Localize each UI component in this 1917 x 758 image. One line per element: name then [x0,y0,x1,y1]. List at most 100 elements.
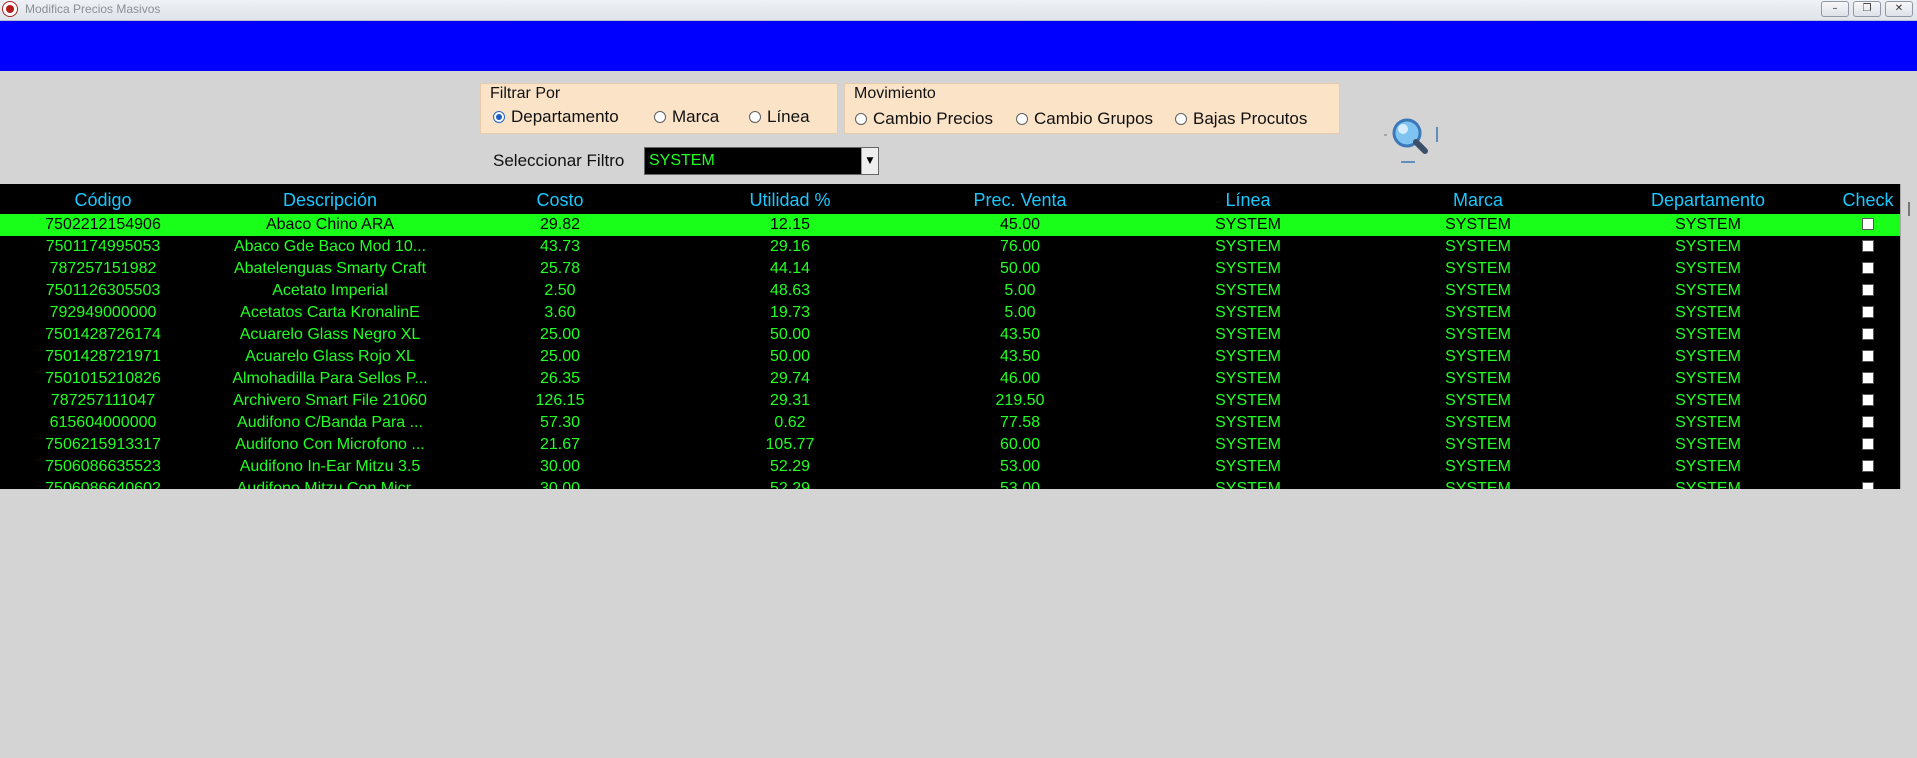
row-checkbox[interactable] [1862,349,1874,362]
cell-costo: 57.30 [539,414,581,431]
cell-prec-venta: 43.50 [999,348,1041,365]
cell-departamento: SYSTEM [1675,238,1741,255]
radio-marca[interactable]: Marca [654,107,719,127]
table-row[interactable]: 7501174995053 Abaco Gde Baco Mod 10... 43.… [0,236,1900,258]
radio-linea[interactable]: Línea [749,107,810,127]
cell-check [1862,280,1874,302]
column-header-check[interactable]: Check [1842,188,1893,212]
search-button[interactable] [1380,110,1440,170]
cell-costo: 25.00 [539,348,581,365]
cell-prec-venta: 219.50 [995,392,1045,409]
table-row[interactable]: 7502212154906 Abaco Chino ARA 29.82 12.15 45… [0,214,1900,236]
column-header-utilidad[interactable]: Utilidad % [749,188,830,212]
cell-costo: 21.67 [539,436,581,453]
radio-bajas-productos[interactable]: Bajas Procutos [1175,109,1307,129]
cell-marca: SYSTEM [1445,260,1511,277]
table-row[interactable]: 7506215913317 Audifono Con Microfono ... 2… [0,434,1900,456]
column-header-departamento[interactable]: Departamento [1651,188,1765,212]
cell-utilidad: 50.00 [769,326,811,343]
row-checkbox[interactable] [1862,283,1874,296]
radio-label: Departamento [511,107,619,126]
table-row[interactable]: 7501126305503 Acetato Imperial 2.50 48.63 5.… [0,280,1900,302]
row-checkbox[interactable] [1862,393,1874,406]
cell-check [1862,258,1874,280]
radio-indicator [749,111,761,123]
column-header-codigo[interactable]: Código [74,188,131,212]
row-checkbox[interactable] [1862,415,1874,428]
cell-costo: 30.00 [539,480,581,489]
column-header-descripcion[interactable]: Descripción [283,188,377,212]
cell-descripcion: Audifono Mitzu Con Micr... [236,480,424,489]
row-checkbox[interactable] [1862,481,1874,489]
radio-label: Bajas Procutos [1193,109,1308,128]
table-row[interactable]: 787257111047 Archivero Smart File 21060 12… [0,390,1900,412]
cell-check [1862,412,1874,434]
cell-codigo: 7501428726174 [45,326,161,343]
app-logo-icon [2,1,18,17]
minimize-button[interactable]: – [1821,1,1849,17]
cell-utilidad: 29.16 [769,238,811,255]
cell-prec-venta: 46.00 [999,370,1041,387]
cell-check [1862,390,1874,412]
cell-linea: SYSTEM [1215,392,1281,409]
column-header-prec-venta[interactable]: Prec. Venta [973,188,1066,212]
cell-costo: 29.82 [539,216,581,233]
cell-check [1862,236,1874,258]
table-row[interactable]: 615604000000 Audifono C/Banda Para ... 57.… [0,412,1900,434]
row-checkbox[interactable] [1862,217,1874,230]
row-checkbox[interactable] [1862,437,1874,450]
radio-cambio-precios[interactable]: Cambio Precios [855,109,993,129]
row-checkbox[interactable] [1862,327,1874,340]
table-row[interactable]: 7506086640602 Audifono Mitzu Con Micr... 3… [0,478,1900,489]
cell-departamento: SYSTEM [1675,348,1741,365]
column-header-costo[interactable]: Costo [536,188,583,212]
grid-header-row: Código Descripción Costo Utilidad % Prec. Ve… [0,188,1900,212]
cell-utilidad: 12.15 [769,216,811,233]
table-row[interactable]: 792949000000 Acetatos Carta KronalinE 3.60… [0,302,1900,324]
cell-codigo: 7506215913317 [45,436,161,453]
cell-codigo: 7502212154906 [45,216,161,233]
cell-descripcion: Acetatos Carta KronalinE [240,304,420,321]
chevron-down-icon[interactable]: ▼ [861,148,878,174]
header-banner [0,21,1917,71]
row-checkbox[interactable] [1862,261,1874,274]
cell-marca: SYSTEM [1445,370,1511,387]
filter-dropdown-value: SYSTEM [649,152,715,169]
cell-marca: SYSTEM [1445,436,1511,453]
cell-marca: SYSTEM [1445,348,1511,365]
cell-marca: SYSTEM [1445,304,1511,321]
table-row[interactable]: 7501428721971 Acuarelo Glass Rojo XL 25.00… [0,346,1900,368]
cell-linea: SYSTEM [1215,260,1281,277]
cell-prec-venta: 5.00 [1004,282,1036,299]
table-row[interactable]: 7501015210826 Almohadilla Para Sellos P..… [0,368,1900,390]
cell-prec-venta: 53.00 [999,458,1041,475]
cell-codigo: 615604000000 [49,414,157,431]
cell-costo: 3.60 [544,304,576,321]
cell-utilidad: 52.29 [769,458,811,475]
radio-cambio-grupos[interactable]: Cambio Grupos [1016,109,1153,129]
cell-utilidad: 44.14 [769,260,811,277]
radio-indicator [855,113,867,125]
cell-departamento: SYSTEM [1675,414,1741,431]
cell-linea: SYSTEM [1215,436,1281,453]
cell-codigo: 7501174995053 [45,238,161,255]
table-row[interactable]: 7506086635523 Audifono In-Ear Mitzu 3.5 30… [0,456,1900,478]
row-checkbox[interactable] [1862,305,1874,318]
row-checkbox[interactable] [1862,239,1874,252]
column-header-marca[interactable]: Marca [1453,188,1503,212]
radio-label: Cambio Grupos [1034,109,1154,128]
cell-marca: SYSTEM [1445,392,1511,409]
window-controls: – ❐ ✕ [1821,1,1913,17]
row-checkbox[interactable] [1862,371,1874,384]
cell-descripcion: Abaco Gde Baco Mod 10... [233,238,427,255]
grid-vertical-scrollbar[interactable] [1900,184,1917,489]
table-row[interactable]: 787257151982 Abatelenguas Smarty Craft 25.… [0,258,1900,280]
cell-utilidad: 48.63 [769,282,811,299]
row-checkbox[interactable] [1862,459,1874,472]
filter-dropdown[interactable]: SYSTEM ▼ [644,147,879,175]
table-row[interactable]: 7501428726174 Acuarelo Glass Negro XL 25.0… [0,324,1900,346]
column-header-linea[interactable]: Línea [1225,188,1270,212]
restore-button[interactable]: ❐ [1853,1,1881,17]
close-button[interactable]: ✕ [1885,1,1913,17]
radio-departamento[interactable]: Departamento [493,107,619,127]
